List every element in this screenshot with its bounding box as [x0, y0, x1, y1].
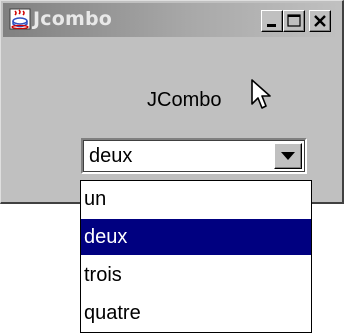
- window-title: Jcombo: [33, 8, 113, 30]
- combo-box[interactable]: deux: [81, 138, 307, 174]
- list-item-selected[interactable]: deux: [81, 219, 311, 255]
- mouse-cursor-icon: [251, 79, 271, 109]
- close-icon: [314, 15, 326, 27]
- close-button[interactable]: [309, 10, 331, 32]
- list-item[interactable]: quatre: [81, 295, 311, 331]
- maximize-button[interactable]: [283, 10, 305, 32]
- combo-selected-value: deux: [89, 145, 133, 167]
- title-bar[interactable]: Jcombo: [3, 3, 339, 37]
- combo-arrow-button[interactable]: [274, 143, 302, 169]
- jcombo-label: JCombo: [147, 89, 222, 111]
- app-window: Jcombo JCombo deux: [0, 0, 344, 204]
- triangle-down-icon: [281, 152, 295, 160]
- maximize-icon: [287, 14, 301, 27]
- minimize-icon: [267, 24, 276, 27]
- list-item[interactable]: trois: [81, 257, 311, 293]
- minimize-button[interactable]: [261, 10, 283, 32]
- list-item[interactable]: un: [81, 181, 311, 217]
- combo-dropdown-list: un deux trois quatre: [80, 180, 312, 333]
- java-cup-icon[interactable]: [9, 8, 31, 30]
